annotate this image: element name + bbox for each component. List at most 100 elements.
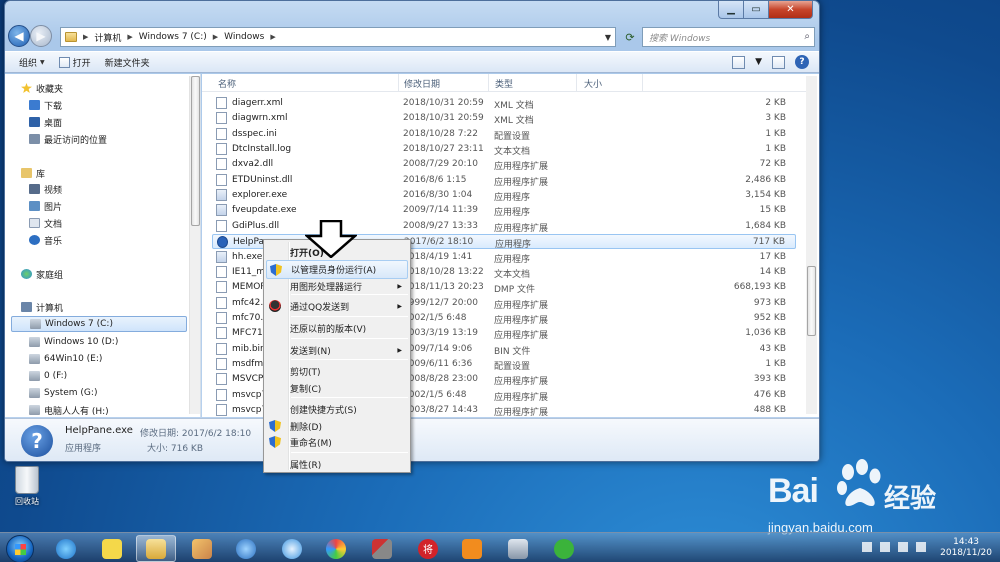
nav-scrollbar[interactable] (189, 76, 200, 414)
forward-button[interactable]: ▶ (30, 25, 52, 47)
power-icon[interactable] (916, 542, 926, 552)
nav-drive-g[interactable]: System (G:) (29, 385, 97, 401)
column-name[interactable]: 名称 (218, 77, 236, 90)
taskbar-notes[interactable] (92, 535, 132, 562)
chevron-right-icon[interactable]: ▶ (127, 33, 132, 41)
shield-icon (269, 420, 281, 432)
menu-item-2[interactable]: 用图形处理器运行 ▶ (266, 277, 408, 296)
file-row[interactable]: ETDUninst.dll 2016/8/6 1:15 应用程序扩展 2,486 KB (212, 173, 796, 188)
nav-item-downloads[interactable]: 下载 (29, 97, 62, 113)
search-icon[interactable]: ⌕ (804, 31, 810, 42)
taskbar-app-cloud[interactable] (272, 535, 312, 562)
ie-icon (56, 538, 76, 559)
close-button[interactable]: ✕ (769, 1, 813, 19)
nav-computer[interactable]: 计算机 (21, 299, 63, 315)
taskbar-app-pinwheel[interactable] (316, 535, 356, 562)
help-icon[interactable]: ? (795, 55, 809, 69)
minimize-button[interactable]: ▁ (718, 1, 744, 19)
nav-item-pictures[interactable]: 图片 (29, 198, 62, 214)
file-size: 15 KB (759, 205, 786, 216)
nav-item-recent[interactable]: 最近访问的位置 (29, 131, 107, 147)
menu-item-label: 发送到(N) (290, 347, 331, 357)
column-divider[interactable] (488, 74, 489, 92)
view-icon[interactable] (732, 55, 746, 69)
nav-drive-h[interactable]: 电脑人人有 (H:) (29, 402, 109, 417)
column-date[interactable]: 修改日期 (404, 77, 440, 90)
watermark-logo: Bai (768, 472, 819, 510)
organize-button[interactable]: 组织 ▼ (19, 56, 45, 69)
clock[interactable]: 14:43 2018/11/20 (940, 537, 992, 559)
open-button[interactable]: 打开 (58, 56, 91, 69)
chevron-right-icon[interactable]: ▶ (213, 33, 218, 41)
nav-drive-d[interactable]: Windows 10 (D:) (29, 334, 118, 350)
column-size[interactable]: 大小 (584, 77, 602, 90)
folder-icon (65, 32, 77, 42)
menu-item-5[interactable]: 发送到(N) ▶ (266, 341, 408, 360)
volume-icon[interactable] (898, 542, 908, 552)
breadcrumb-computer[interactable]: 计算机 (94, 31, 121, 44)
preview-pane-icon[interactable] (772, 55, 785, 69)
file-row[interactable]: GdiPlus.dll 2008/9/27 13:33 应用程序扩展 1,684 KB (212, 219, 796, 234)
nav-item-videos[interactable]: 视频 (29, 181, 62, 197)
file-row[interactable]: diagerr.xml 2018/10/31 20:59 XML 文档 2 KB (212, 96, 796, 111)
file-row[interactable]: diagwrn.xml 2018/10/31 20:59 XML 文档 3 KB (212, 111, 796, 126)
nav-item-documents[interactable]: 文档 (29, 215, 62, 231)
menu-item-4[interactable]: 还原以前的版本(V) (266, 319, 408, 338)
taskbar-paint[interactable] (182, 535, 222, 562)
menu-item-7[interactable]: 复制(C) (266, 379, 408, 398)
open-icon (58, 56, 70, 68)
taskbar-explorer[interactable] (136, 535, 176, 562)
file-icon (216, 342, 227, 355)
nav-item-music[interactable]: 音乐 (29, 232, 62, 248)
file-name: fveupdate.exe (232, 205, 297, 216)
file-row[interactable]: dsspec.ini 2018/10/28 7:22 配置设置 1 KB (212, 127, 796, 142)
nav-drive-c[interactable]: Windows 7 (C:) (11, 316, 187, 332)
menu-item-3[interactable]: 通过QQ发送到 ▶ (266, 297, 408, 316)
taskbar-app-player[interactable] (452, 535, 492, 562)
column-divider[interactable] (398, 74, 399, 92)
nav-favorites[interactable]: 收藏夹 (21, 80, 63, 96)
refresh-icon[interactable]: ⟳ (620, 27, 640, 47)
column-divider[interactable] (642, 74, 643, 92)
taskbar-app-chess[interactable]: 将 (408, 535, 448, 562)
new-folder-button[interactable]: 新建文件夹 (105, 56, 150, 69)
breadcrumb-drive-c[interactable]: Windows 7 (C:) (139, 32, 207, 42)
taskbar-ie[interactable] (46, 535, 86, 562)
column-divider[interactable] (576, 74, 577, 92)
start-button[interactable] (6, 535, 34, 562)
desktop-recycle-bin[interactable]: 回收站 (10, 466, 44, 507)
file-row[interactable]: fveupdate.exe 2009/7/14 11:39 应用程序 15 KB (212, 203, 796, 218)
file-scrollbar[interactable] (806, 76, 817, 414)
menu-item-11[interactable]: 属性(R) (266, 455, 408, 474)
network-icon[interactable] (880, 542, 890, 552)
search-input[interactable]: 搜索 Windows ⌕ (642, 27, 815, 47)
nav-drive-e[interactable]: 64Win10 (E:) (29, 351, 102, 367)
nav-drive-f[interactable]: 0 (F:) (29, 368, 67, 384)
view-dropdown-icon[interactable]: ▼ (755, 57, 762, 67)
nav-scroll-thumb[interactable] (191, 76, 200, 226)
address-dropdown-icon[interactable]: ▼ (605, 33, 611, 42)
taskbar-app-camera[interactable] (498, 535, 538, 562)
file-type: 应用程序 (494, 254, 531, 265)
maximize-button[interactable]: ▭ (744, 1, 769, 19)
file-row[interactable]: dxva2.dll 2008/7/29 20:10 应用程序扩展 72 KB (212, 157, 796, 172)
file-scroll-thumb[interactable] (807, 266, 816, 336)
file-row[interactable]: explorer.exe 2016/8/30 1:04 应用程序 3,154 KB (212, 188, 796, 203)
address-bar[interactable]: ▶ 计算机 ▶ Windows 7 (C:) ▶ Windows ▶ ▼ (60, 27, 616, 47)
nav-item-desktop[interactable]: 桌面 (29, 114, 62, 130)
file-size: 1 KB (765, 128, 786, 139)
file-icon (216, 173, 227, 186)
column-type[interactable]: 类型 (495, 77, 513, 90)
taskbar-app-tools[interactable] (362, 535, 402, 562)
menu-item-10[interactable]: 重命名(M) (266, 433, 408, 452)
chevron-right-icon[interactable]: ▶ (270, 33, 275, 41)
file-name: DtcInstall.log (232, 144, 292, 155)
breadcrumb-windows[interactable]: Windows (224, 32, 264, 42)
tray-arrow-icon[interactable] (862, 542, 872, 552)
taskbar-app-gear[interactable] (226, 535, 266, 562)
nav-homegroup[interactable]: 家庭组 (21, 266, 63, 282)
taskbar-wechat[interactable] (544, 535, 584, 562)
back-button[interactable]: ◀ (8, 25, 30, 47)
nav-library[interactable]: 库 (21, 165, 45, 181)
file-row[interactable]: DtcInstall.log 2018/10/27 23:11 文本文档 1 KB (212, 142, 796, 157)
